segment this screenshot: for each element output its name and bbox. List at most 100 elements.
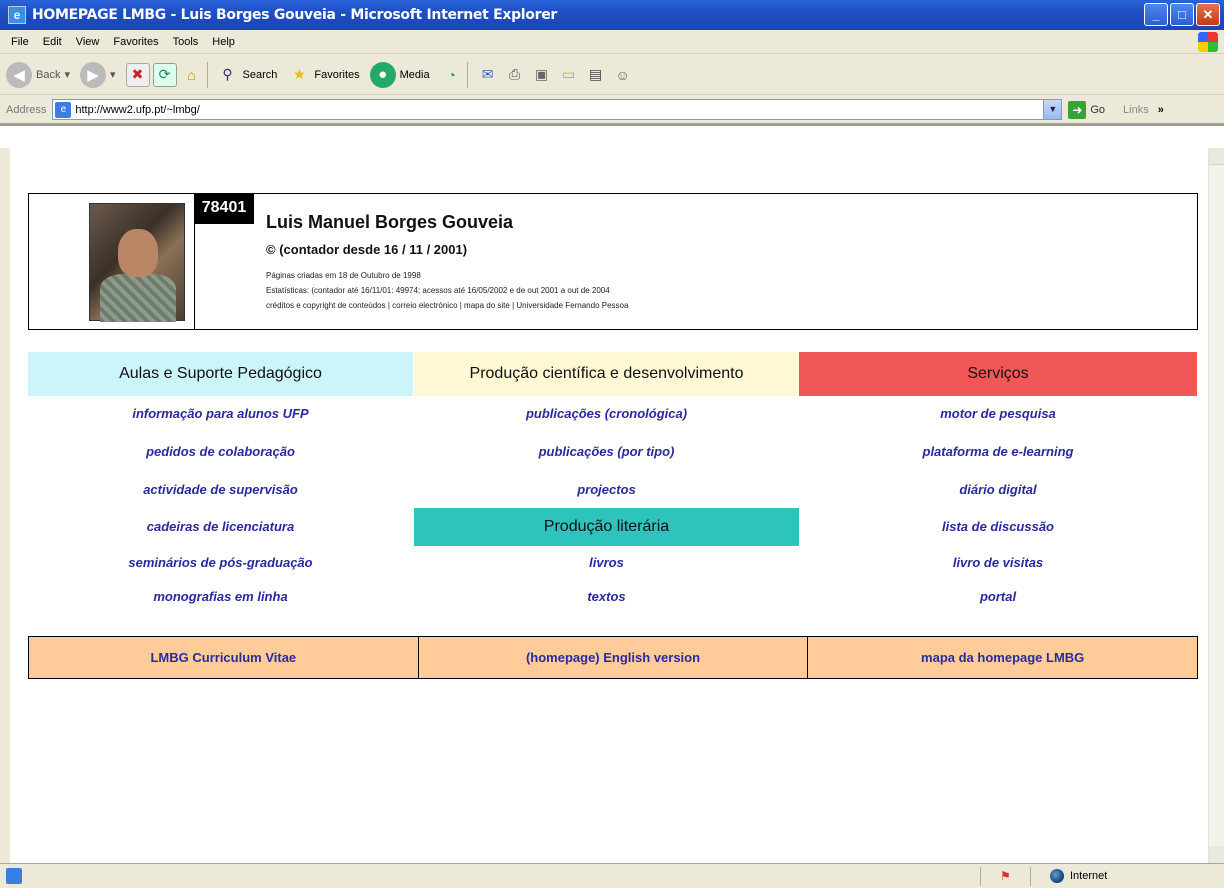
ie-icon: e [8,6,26,24]
stop-icon[interactable]: ✖ [125,62,150,87]
media-label: Media [399,68,430,81]
back-button[interactable]: ◀ Back ▾ [6,61,70,88]
refresh-icon[interactable]: ⟳ [152,62,177,87]
link-plataforma-elearning[interactable]: plataforma de e-learning [799,444,1197,459]
status-separator [1030,867,1031,886]
address-dropdown-icon[interactable]: ▼ [1043,100,1062,119]
media-icon: ● [369,61,396,88]
section-producao: Produção científica e desenvolvimento [414,352,799,396]
link-lista-discussao[interactable]: lista de discussão [799,519,1197,534]
discuss-icon[interactable]: ▭ [557,63,581,87]
author-photo [89,203,185,322]
minimize-button[interactable]: _ [1144,3,1168,26]
scroll-down-icon[interactable] [1209,846,1224,863]
windows-logo-icon [1198,32,1218,52]
link-livro-visitas[interactable]: livro de visitas [799,555,1197,570]
back-arrow-icon: ◀ [6,61,32,88]
menu-bar: File Edit View Favorites Tools Help [0,30,1224,54]
security-zone: Internet [1050,869,1107,883]
toolbar-separator [206,61,208,88]
status-separator [980,867,981,886]
window-controls: _ □ ✕ [1144,3,1220,26]
search-button[interactable]: ⚲ Search [216,63,278,87]
close-button[interactable]: ✕ [1196,3,1220,26]
menu-file[interactable]: File [4,36,36,48]
link-publicacoes-cronologica[interactable]: publicações (cronológica) [414,406,799,421]
content-top [0,124,1224,148]
menu-favorites[interactable]: Favorites [106,36,165,48]
window-title: HOMEPAGE LMBG - Luis Borges Gouveia - Mi… [32,7,558,23]
menu-help[interactable]: Help [205,36,242,48]
link-english-version[interactable]: (homepage) English version [418,637,809,678]
visitor-counter: 78401 [194,194,254,224]
link-diario-digital[interactable]: diário digital [799,482,1197,497]
statistics-line[interactable]: Estatísticas: (contador até 16/11/01: 49… [266,286,610,295]
address-url: http://www2.ufp.pt/~lmbg/ [75,103,200,116]
link-pedidos-colaboracao[interactable]: pedidos de colaboração [28,444,413,459]
go-label: Go [1090,103,1106,116]
section-servicos: Serviços [799,352,1197,396]
link-cadeiras-licenciatura[interactable]: cadeiras de licenciatura [28,519,413,534]
search-label: Search [242,68,278,81]
address-bar: Address e http://www2.ufp.pt/~lmbg/ ▼ ➜ … [0,96,1224,124]
link-publicacoes-tipo[interactable]: publicações (por tipo) [414,444,799,459]
link-portal[interactable]: portal [799,589,1197,604]
menu-view[interactable]: View [69,36,107,48]
zone-label: Internet [1070,870,1108,882]
history-icon[interactable]: ◔ [440,63,464,87]
link-informacao-alunos[interactable]: informação para alunos UFP [28,406,413,421]
counter-since: © (contador desde 16 / 11 / 2001) [266,242,468,257]
link-projectos[interactable]: projectos [414,482,799,497]
section-producao-literaria: Produção literária [414,508,799,546]
home-icon[interactable]: ⌂ [180,63,204,87]
bottom-nav: LMBG Curriculum Vitae (homepage) English… [28,636,1198,679]
link-textos[interactable]: textos [414,589,799,604]
messenger-icon[interactable]: ☺ [611,63,635,87]
status-bar: ⚑ Internet [0,863,1224,888]
research-icon[interactable]: ▤ [584,63,608,87]
links-label: Links [1123,103,1149,116]
edit-icon[interactable]: ▣ [530,63,554,87]
section-aulas: Aulas e Suporte Pedagógico [28,352,413,396]
vertical-scrollbar[interactable] [1208,148,1224,863]
address-input[interactable]: e http://www2.ufp.pt/~lmbg/ ▼ [52,99,1063,120]
chevron-icon: » [1157,103,1164,116]
link-actividade-supervisao[interactable]: actividade de supervisão [28,482,413,497]
links-toolbar[interactable]: Links » [1123,104,1164,116]
page-icon: e [55,101,72,118]
pages-created: Páginas criadas em 18 de Outubro de 1998 [266,271,421,280]
favorites-star-icon: ★ [293,66,306,82]
favorites-button[interactable]: ★ Favorites [287,63,360,87]
link-monografias[interactable]: monografias em linha [28,589,413,604]
privacy-icon[interactable]: ⚑ [1000,869,1016,883]
toolbar-separator [466,61,468,88]
window-frame-left [0,124,10,864]
mail-icon[interactable]: ✉ [476,63,500,87]
forward-arrow-icon: ▶ [80,61,106,88]
page-status-icon [6,868,22,884]
address-label: Address [6,103,47,116]
maximize-button[interactable]: □ [1170,3,1194,26]
media-button[interactable]: ● Media [369,61,430,88]
link-motor-pesquisa[interactable]: motor de pesquisa [799,406,1197,421]
print-icon[interactable]: ⎙ [503,63,527,87]
go-arrow-icon: ➜ [1068,100,1087,119]
author-name: Luis Manuel Borges Gouveia [266,212,514,232]
link-mapa-homepage[interactable]: mapa da homepage LMBG [808,637,1198,678]
header-box: 78401 Luis Manuel Borges Gouveia © (cont… [28,193,1198,330]
favorites-label: Favorites [314,68,360,81]
back-label: Back [36,68,61,81]
title-bar: e HOMEPAGE LMBG - Luis Borges Gouveia - … [0,0,1224,30]
go-button[interactable]: ➜ Go [1068,100,1106,119]
menu-tools[interactable]: Tools [166,36,206,48]
forward-button[interactable]: ▶ ▾ [80,61,116,88]
page-content: 78401 Luis Manuel Borges Gouveia © (cont… [10,148,1208,863]
scroll-up-icon[interactable] [1209,148,1224,165]
toolbar: ◀ Back ▾ ▶ ▾ ✖ ⟳ ⌂ ⚲ Search ★ Favorites ●… [0,55,1224,95]
menu-edit[interactable]: Edit [36,36,69,48]
link-curriculum-vitae[interactable]: LMBG Curriculum Vitae [29,637,419,678]
link-livros[interactable]: livros [414,555,799,570]
search-icon: ⚲ [222,66,233,82]
link-seminarios[interactable]: seminários de pós-graduação [28,555,413,570]
credits-line[interactable]: créditos e copyright de conteúdos | corr… [266,301,628,310]
